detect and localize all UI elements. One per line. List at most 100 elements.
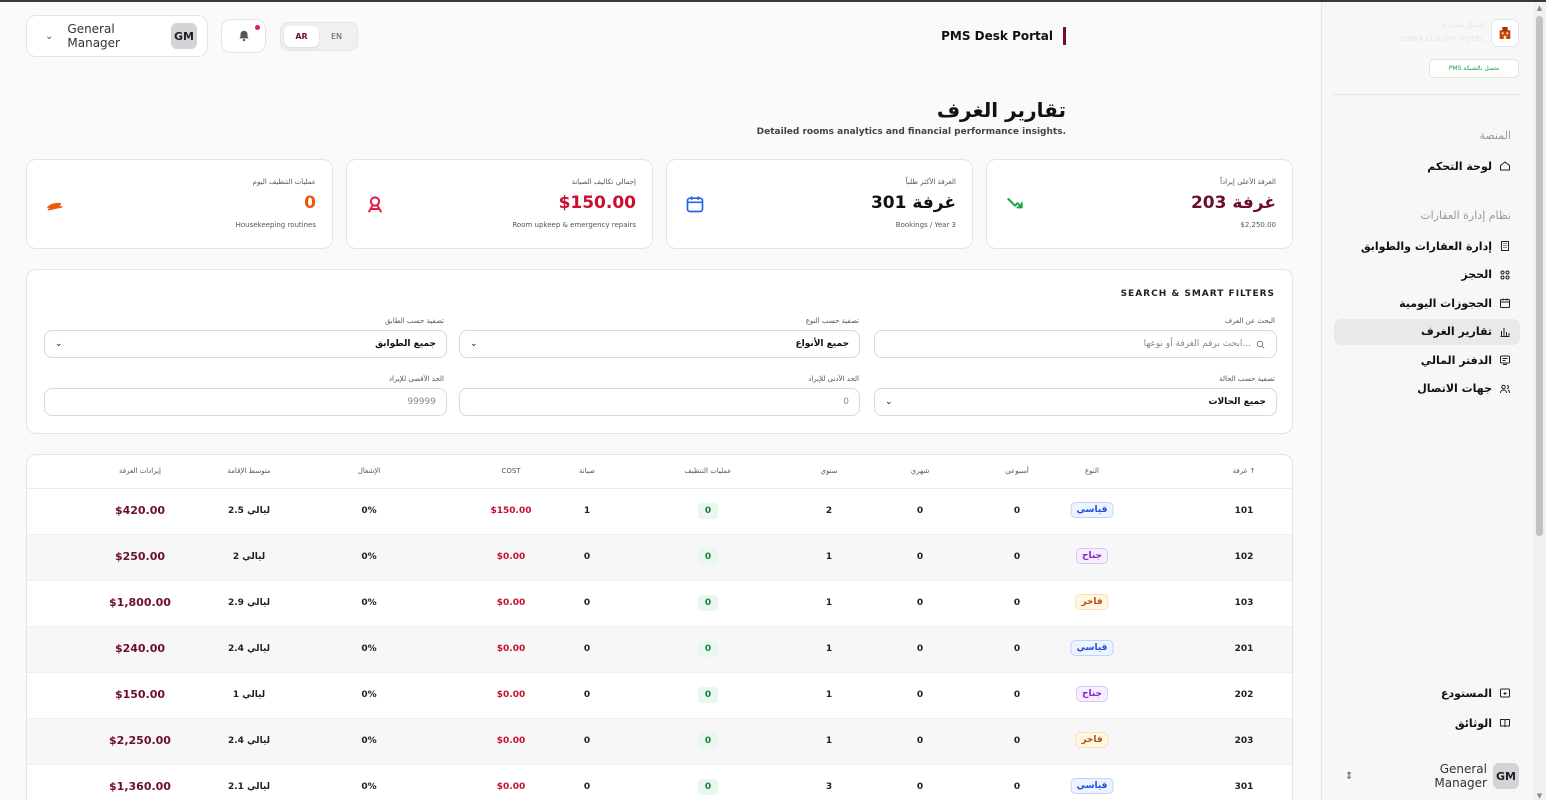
- col-monthly[interactable]: شهري: [911, 467, 929, 475]
- scroll-up-arrow-icon[interactable]: ▲: [1536, 5, 1543, 12]
- col-cleaning[interactable]: عمليات التنظيف: [684, 467, 731, 475]
- page-subtitle: Detailed rooms analytics and financial p…: [756, 127, 1066, 137]
- min-revenue-label: الحد الأدنى للإيراد: [808, 375, 859, 383]
- cleaning-count-badge: 0: [698, 779, 718, 795]
- sidebar-item-building[interactable]: إدارة العقارات والطوابق: [1334, 233, 1520, 259]
- status-filter-value: جميع الحالات: [1208, 397, 1266, 407]
- table-row[interactable]: 102 جناح 0 0 1 0 0 $0.00 0% 2 ليالي $250.00: [27, 535, 1292, 581]
- table-header: غرفة ↑ النوع أسبوعي شهري سنوي عمليات الت…: [27, 455, 1292, 489]
- col-avg-stay[interactable]: متوسط الإقامة: [227, 467, 270, 475]
- user-menu-button[interactable]: ⌄ General Manager GM: [26, 15, 208, 57]
- cell-avg-stay: 2.1 ليالي: [228, 782, 270, 792]
- scrollbar[interactable]: ▲ ▼: [1533, 2, 1546, 800]
- table-row[interactable]: 103 فاخر 0 0 1 0 0 $0.00 0% 2.9 ليالي $1,800.00: [27, 581, 1292, 627]
- hotel-logo-icon: [1491, 19, 1519, 47]
- user-name: General Manager: [67, 22, 120, 50]
- sidebar-item-label: الوثائق: [1454, 716, 1492, 730]
- min-revenue-input[interactable]: 0: [459, 388, 860, 416]
- sidebar-user-menu[interactable]: ⇕ General Manager GM: [1333, 761, 1519, 791]
- chevron-down-icon: ⌄: [885, 397, 893, 407]
- col-revenue[interactable]: إيرادات الغرفة: [119, 467, 161, 475]
- max-revenue-input[interactable]: 99999: [44, 388, 447, 416]
- search-input[interactable]: ابحث برقم الغرفة أو نوعها...: [874, 330, 1277, 358]
- status-filter-label: تصفية حسب الحالة: [1219, 375, 1275, 383]
- calendar-icon: [683, 192, 707, 216]
- cleaning-count-badge: 0: [698, 733, 718, 749]
- cell-weekly: 0: [1013, 690, 1021, 700]
- col-room[interactable]: غرفة ↑: [1233, 467, 1256, 475]
- connection-status-badge: PMS متصل بالشبكة: [1429, 59, 1519, 78]
- cell-yearly: 1: [825, 598, 833, 608]
- chevron-down-icon: ⌄: [55, 339, 63, 349]
- avatar: GM: [1493, 763, 1519, 789]
- table-row[interactable]: 203 فاخر 0 0 1 0 0 $0.00 0% 2.4 ليالي $2,250.00: [27, 719, 1292, 765]
- lang-ar-button[interactable]: AR: [284, 26, 319, 47]
- table-row[interactable]: 202 جناح 0 0 1 0 0 $0.00 0% 1 ليالي $150.00: [27, 673, 1292, 719]
- floor-filter-select[interactable]: ⌄ جميع الطوابق: [44, 330, 447, 358]
- search-placeholder: ابحث برقم الغرفة أو نوعها...: [1143, 339, 1251, 349]
- hotel-name: فندق سدرة: [1442, 20, 1485, 30]
- cell-revenue: $1,800.00: [109, 596, 171, 609]
- cell-weekly: 0: [1013, 598, 1021, 608]
- sidebar-item-dashboard[interactable]: لوحة التحكم: [1334, 153, 1520, 179]
- col-weekly[interactable]: أسبوعي: [1005, 467, 1029, 475]
- sidebar-item-grid[interactable]: الحجز: [1334, 262, 1520, 288]
- cell-occupancy: 0%: [361, 782, 377, 792]
- trend-down-icon: [1003, 192, 1027, 216]
- cell-cost: $0.00: [496, 736, 526, 746]
- hotel-subtitle: SIDRA LUXURY HOTEL: [1399, 35, 1485, 43]
- cell-avg-stay: 2.5 ليالي: [228, 506, 270, 516]
- cell-monthly: 0: [916, 690, 924, 700]
- col-cost[interactable]: COST: [501, 467, 520, 475]
- sidebar-item-label: جهات الاتصال: [1417, 382, 1492, 395]
- type-filter-select[interactable]: ⌄ جميع الأنواع: [459, 330, 860, 358]
- table-row[interactable]: 101 قياسي 0 0 2 0 1 $150.00 0% 2.5 ليالي $420.00: [27, 489, 1292, 535]
- col-type[interactable]: النوع: [1085, 467, 1099, 475]
- col-yearly[interactable]: سنوي: [820, 467, 837, 475]
- cell-maintenance: 0: [583, 598, 591, 608]
- table-row[interactable]: 301 قياسي 0 0 3 0 0 $0.00 0% 2.1 ليالي $1,360.00: [27, 765, 1292, 800]
- section-platform: المنصة: [1479, 129, 1511, 142]
- notifications-button[interactable]: [221, 19, 266, 53]
- cell-avg-stay: 2 ليالي: [232, 552, 266, 562]
- cell-monthly: 0: [916, 782, 924, 792]
- cell-cost: $0.00: [496, 644, 526, 654]
- scroll-down-arrow-icon[interactable]: ▼: [1536, 793, 1543, 800]
- cell-maintenance: 1: [583, 506, 591, 516]
- sidebar-item-calendar[interactable]: الحجوزات اليومية: [1334, 290, 1520, 316]
- cell-cost: $150.00: [490, 506, 532, 516]
- sidebar-item-warehouse[interactable]: المستودع: [1334, 680, 1520, 706]
- filters-title: SEARCH & SMART FILTERS: [1120, 289, 1275, 299]
- cell-monthly: 0: [916, 552, 924, 562]
- chevron-down-icon: ⌄: [470, 339, 478, 349]
- building-icon: [1499, 240, 1511, 252]
- floor-filter-value: جميع الطوابق: [375, 339, 436, 349]
- sidebar-item-users[interactable]: جهات الاتصال: [1334, 376, 1520, 402]
- sidebar-item-documents[interactable]: الوثائق: [1334, 710, 1520, 736]
- scroll-thumb[interactable]: [1536, 16, 1543, 536]
- sidebar-item-ledger[interactable]: الدفتر المالي: [1334, 347, 1520, 373]
- col-occupancy[interactable]: الإشغال: [358, 467, 380, 475]
- cell-revenue: $1,360.00: [109, 780, 171, 793]
- status-filter-select[interactable]: ⌄ جميع الحالات: [874, 388, 1277, 416]
- col-maintenance[interactable]: صيانة: [579, 467, 595, 475]
- table-row[interactable]: 201 قياسي 0 0 1 0 0 $0.00 0% 2.4 ليالي $240.00: [27, 627, 1292, 673]
- cell-maintenance: 0: [583, 644, 591, 654]
- ledger-icon: [1499, 354, 1511, 366]
- grid-icon: [1499, 269, 1511, 281]
- users-icon: [1499, 383, 1511, 395]
- lang-en-button[interactable]: EN: [319, 26, 354, 47]
- cell-cost: $0.00: [496, 690, 526, 700]
- sidebar-item-label: الحجز: [1461, 268, 1492, 281]
- max-revenue-label: الحد الأقصى للإيراد: [388, 375, 444, 383]
- sidebar-user-name: General Manager: [1434, 762, 1487, 790]
- sidebar-item-bar-chart[interactable]: تقارير الغرف: [1334, 318, 1520, 345]
- cell-maintenance: 0: [583, 736, 591, 746]
- stat-card-cleaning: عمليات التنظيف اليوم 0 Housekeeping rout…: [26, 159, 333, 249]
- cell-occupancy: 0%: [361, 506, 377, 516]
- cell-revenue: $420.00: [114, 504, 166, 517]
- cleaning-count-badge: 0: [698, 503, 718, 519]
- sidebar: فندق سدرة SIDRA LUXURY HOTEL PMS متصل با…: [1321, 2, 1533, 800]
- cell-room: 202: [1234, 690, 1254, 700]
- cell-avg-stay: 2.4 ليالي: [228, 736, 270, 746]
